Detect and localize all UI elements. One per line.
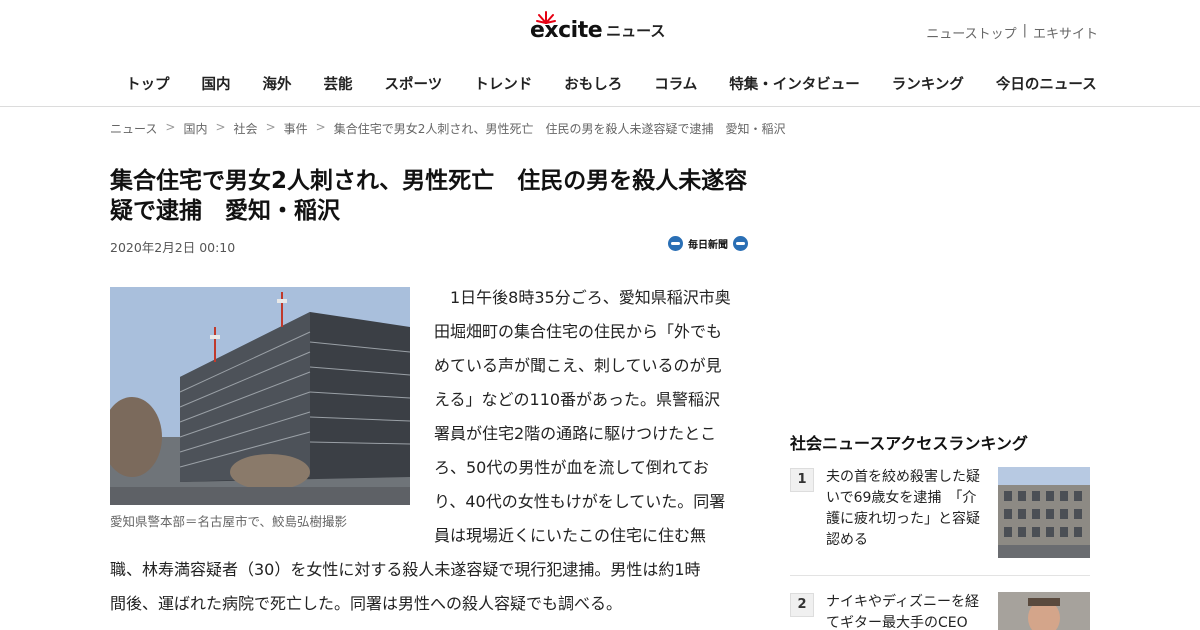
article-date: 2020年2月2日 00:10 <box>110 240 236 255</box>
link-news-top[interactable]: ニューストップ <box>926 23 1016 42</box>
link-excite[interactable]: エキサイト <box>1033 23 1098 42</box>
breadcrumb-item-incident[interactable]: 事件 <box>284 120 308 137</box>
article-paragraph-line: り、40代の女性もけがをしていた。同署 <box>434 492 726 511</box>
article-paragraph-line: 員は現場近くにいたこの住宅に住む無 <box>434 526 707 545</box>
mainichi-globe-icon <box>733 236 748 251</box>
source-name: 毎日新聞 <box>688 240 728 251</box>
article-paragraph-line: めている声が聞こえ、刺しているのが見 <box>434 356 722 375</box>
ranking-item[interactable]: 2 ナイキやディズニーを経てギター最大手のCEO <box>790 592 1090 630</box>
breadcrumb-separator-icon: > <box>315 120 326 134</box>
site-header: excite ニュース ニューストップ | エキサイト トップ 国内 海外 芸能… <box>0 0 1200 107</box>
nav-item-trend[interactable]: トレンド <box>458 74 548 96</box>
excite-logo-mark: excite <box>530 11 603 46</box>
article-source[interactable]: 毎日新聞 <box>668 236 748 251</box>
ranking-item-thumbnail[interactable] <box>998 592 1090 630</box>
article-title: 集合住宅で男女2人刺され、男性死亡 住民の男を殺人未遂容疑で逮捕 愛知・稲沢 <box>110 168 748 224</box>
rank-number: 1 <box>790 468 814 492</box>
article-paragraph-line: 間後、運ばれた病院で死亡した。同署は男性への殺人容疑でも調べる。 <box>110 594 623 613</box>
ranking-item-title[interactable]: 夫の首を絞め殺害した疑いで69歳女を逮捕 「介護に疲れ切った」と容疑認める <box>826 467 986 551</box>
main-nav: トップ 国内 海外 芸能 スポーツ トレンド おもしろ コラム 特集・インタビュ… <box>110 74 1113 96</box>
breadcrumb-item-domestic[interactable]: 国内 <box>183 120 207 137</box>
ranking-item-thumbnail[interactable] <box>998 467 1090 558</box>
nav-item-domestic[interactable]: 国内 <box>186 74 247 96</box>
spark-icon <box>536 11 556 24</box>
nav-item-column[interactable]: コラム <box>638 74 713 96</box>
nav-item-ranking[interactable]: ランキング <box>876 74 980 96</box>
ranking-item-title[interactable]: ナイキやディズニーを経てギター最大手のCEO <box>826 592 986 630</box>
building-thumbnail-image <box>998 467 1090 558</box>
breadcrumb-item-society[interactable]: 社会 <box>234 120 258 137</box>
person-thumbnail-image <box>998 592 1090 630</box>
breadcrumb-current: 集合住宅で男女2人刺され、男性死亡 住民の男を殺人未遂容疑で逮捕 愛知・稲沢 <box>333 122 786 136</box>
breadcrumb-separator-icon: > <box>165 120 176 134</box>
link-separator: | <box>1022 23 1027 38</box>
ranking-title: 社会ニュースアクセスランキング <box>790 434 1028 453</box>
article-paragraph-line: える」などの110番があった。県警稲沢 <box>434 390 721 409</box>
nav-item-overseas[interactable]: 海外 <box>247 74 308 96</box>
ranking-item[interactable]: 1 夫の首を絞め殺害した疑いで69歳女を逮捕 「介護に疲れ切った」と容疑認める <box>790 467 1090 567</box>
breadcrumb-separator-icon: > <box>215 120 226 134</box>
site-logo[interactable]: excite ニュース <box>530 11 666 46</box>
logo-suffix: ニュース <box>606 22 666 40</box>
ranking-divider <box>790 575 1090 576</box>
article-paragraph-line: 田堀畑町の集合住宅の住民から「外でも <box>434 322 723 341</box>
breadcrumb-separator-icon: > <box>265 120 276 134</box>
nav-item-today[interactable]: 今日のニュース <box>980 74 1113 96</box>
top-links: ニューストップ | エキサイト <box>926 23 1098 42</box>
article-body: 1日午後8時35分ごろ、愛知県稲沢市奥 田堀畑町の集合住宅の住民から「外でも め… <box>110 281 750 621</box>
nav-item-features[interactable]: 特集・インタビュー <box>713 74 876 96</box>
article-paragraph-line: 職、林寿満容疑者（30）を女性に対する殺人未遂容疑で現行犯逮捕。男性は約1時 <box>110 560 701 579</box>
nav-item-funny[interactable]: おもしろ <box>548 74 638 96</box>
nav-item-entertainment[interactable]: 芸能 <box>308 74 369 96</box>
article-paragraph-line: 1日午後8時35分ごろ、愛知県稲沢市奥 <box>434 288 731 307</box>
breadcrumb: ニュース > 国内 > 社会 > 事件 > 集合住宅で男女2人刺され、男性死亡 … <box>110 120 785 137</box>
article-paragraph-line: 署員が住宅2階の通路に駆けつけたとこ <box>434 424 717 443</box>
nav-item-sports[interactable]: スポーツ <box>369 74 459 96</box>
nav-item-top[interactable]: トップ <box>110 74 186 96</box>
mainichi-globe-icon <box>668 236 683 251</box>
article-paragraph-line: ろ、50代の男性が血を流して倒れてお <box>434 458 709 477</box>
breadcrumb-item-news[interactable]: ニュース <box>110 120 157 137</box>
rank-number: 2 <box>790 593 814 617</box>
